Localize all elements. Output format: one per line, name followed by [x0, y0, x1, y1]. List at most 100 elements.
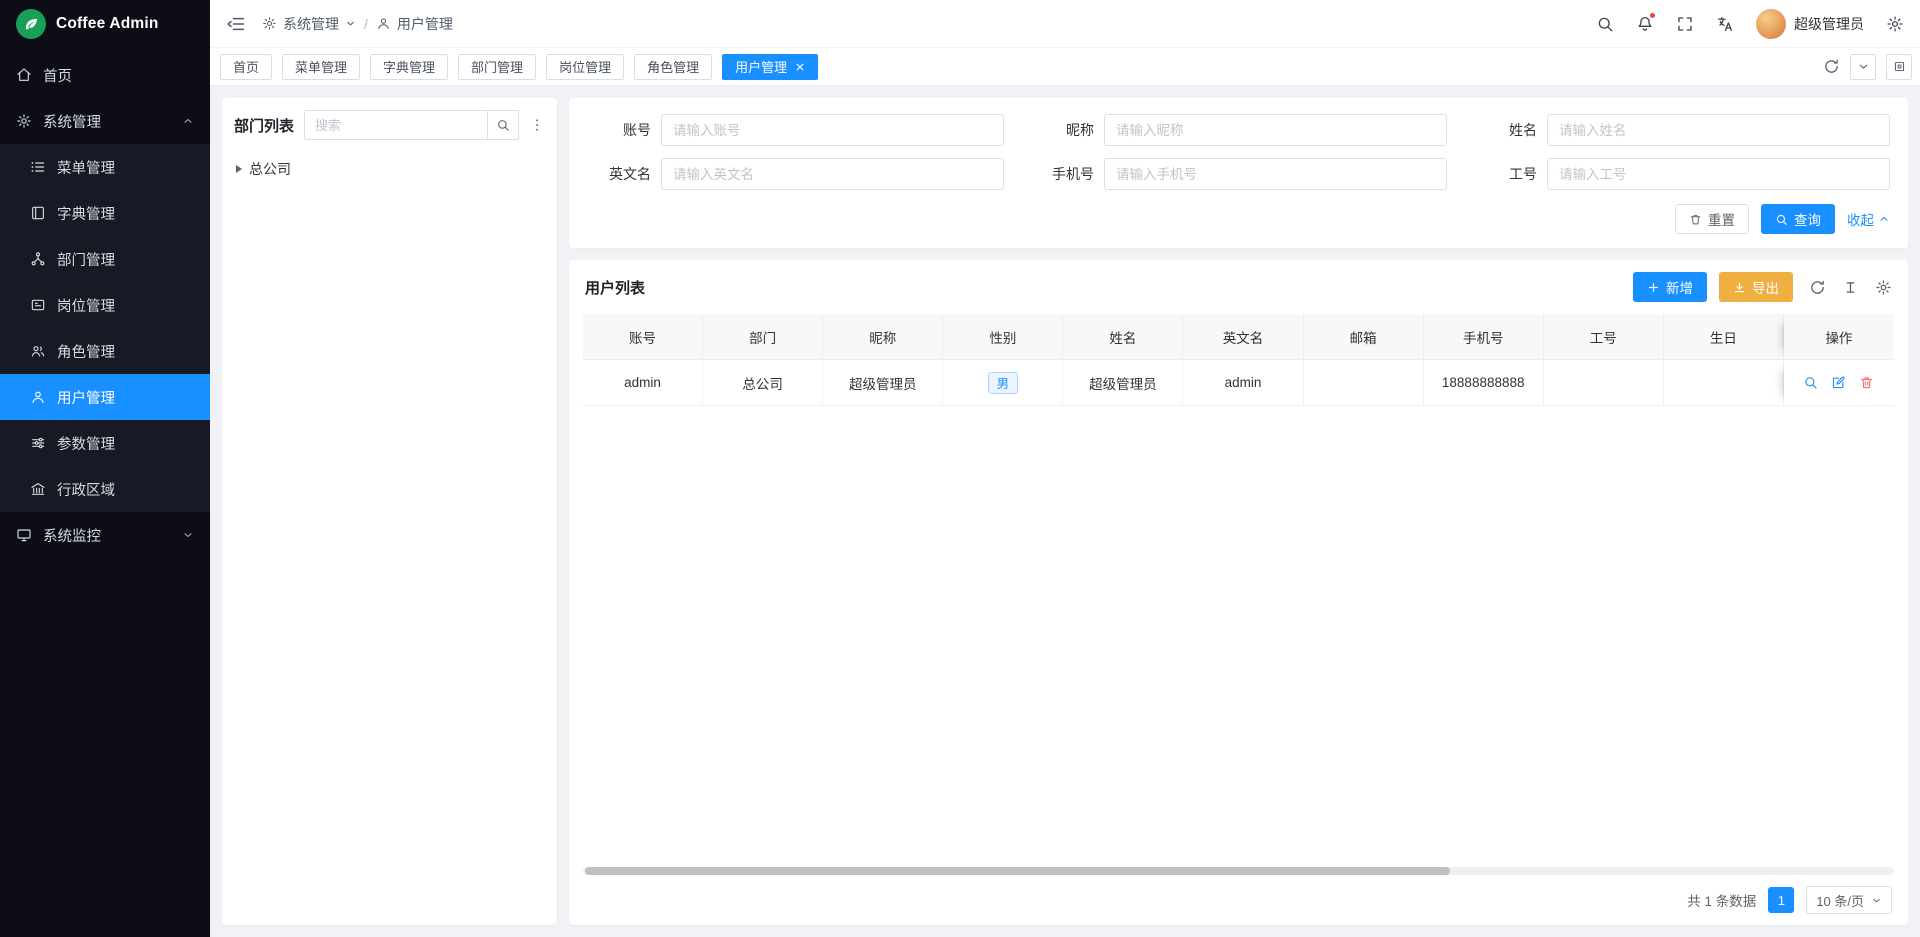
- column-header[interactable]: 姓名: [1063, 314, 1183, 360]
- main-area: 系统管理 / 用户管理 超级管理员: [210, 0, 1920, 937]
- sidebar-item-label: 角色管理: [57, 341, 115, 362]
- refresh-table-icon[interactable]: [1809, 279, 1826, 296]
- edit-row-icon[interactable]: [1831, 375, 1846, 390]
- sidebar-item-param-mgmt[interactable]: 参数管理: [0, 420, 210, 466]
- more-vertical-icon[interactable]: [529, 117, 545, 133]
- sidebar-item-admin-region[interactable]: 行政区域: [0, 466, 210, 512]
- tree-expand-caret-icon[interactable]: [236, 165, 242, 173]
- tab-dept-mgmt[interactable]: 部门管理: [458, 54, 536, 80]
- field-employee-id: 工号: [1473, 158, 1890, 190]
- name-input[interactable]: [1547, 114, 1890, 146]
- close-tab-icon[interactable]: [795, 62, 805, 72]
- export-button[interactable]: 导出: [1719, 272, 1793, 302]
- field-nickname: 昵称: [1030, 114, 1447, 146]
- column-header[interactable]: 邮箱: [1304, 314, 1424, 360]
- tree-node-head-office[interactable]: 总公司: [234, 154, 545, 184]
- gear-icon: [262, 16, 277, 31]
- field-label: 工号: [1473, 164, 1537, 184]
- department-search-button[interactable]: [487, 110, 519, 140]
- query-button[interactable]: 查询: [1761, 204, 1835, 234]
- cell-name: 超级管理员: [1063, 360, 1183, 406]
- cell-email: [1304, 360, 1424, 406]
- employee-id-input[interactable]: [1547, 158, 1890, 190]
- breadcrumb-item[interactable]: 用户管理: [397, 14, 453, 34]
- add-user-button[interactable]: 新增: [1633, 272, 1707, 302]
- collapse-filters-link[interactable]: 收起: [1847, 209, 1890, 229]
- field-account: 账号: [587, 114, 1004, 146]
- page-size-select[interactable]: 10 条/页: [1806, 886, 1892, 914]
- breadcrumb-item[interactable]: 系统管理: [283, 14, 339, 34]
- settings-gear-icon[interactable]: [1886, 15, 1904, 33]
- tab-label: 首页: [233, 57, 259, 76]
- translate-icon[interactable]: [1716, 15, 1734, 33]
- field-label: 昵称: [1030, 120, 1094, 140]
- sidebar-item-post-mgmt[interactable]: 岗位管理: [0, 282, 210, 328]
- table-empty-space: [569, 406, 1908, 867]
- content-fullscreen-button[interactable]: [1886, 54, 1912, 80]
- sidebar-item-dict-mgmt[interactable]: 字典管理: [0, 190, 210, 236]
- tab-home[interactable]: 首页: [220, 54, 272, 80]
- list-icon: [30, 159, 46, 175]
- search-icon[interactable]: [1596, 15, 1614, 33]
- row-height-icon[interactable]: [1842, 279, 1859, 296]
- nickname-input[interactable]: [1104, 114, 1447, 146]
- tab-role-mgmt[interactable]: 角色管理: [634, 54, 712, 80]
- department-panel: 部门列表 总公司: [222, 98, 557, 925]
- notifications-bell-icon[interactable]: [1636, 15, 1654, 33]
- table-settings-gear-icon[interactable]: [1875, 279, 1892, 296]
- tab-tools: [1823, 54, 1920, 80]
- view-row-icon[interactable]: [1803, 375, 1818, 390]
- column-header[interactable]: 手机号: [1424, 314, 1544, 360]
- tabs-dropdown-button[interactable]: [1850, 54, 1876, 80]
- sidebar-item-system-mgmt[interactable]: 系统管理: [0, 98, 210, 144]
- phone-input[interactable]: [1104, 158, 1447, 190]
- sidebar-item-user-mgmt[interactable]: 用户管理: [0, 374, 210, 420]
- collapse-link-label: 收起: [1847, 209, 1874, 229]
- tab-label: 菜单管理: [295, 57, 347, 76]
- tab-post-mgmt[interactable]: 岗位管理: [546, 54, 624, 80]
- page-number-button[interactable]: 1: [1768, 887, 1794, 913]
- tab-label: 部门管理: [471, 57, 523, 76]
- tab-dict-mgmt[interactable]: 字典管理: [370, 54, 448, 80]
- account-input[interactable]: [661, 114, 1004, 146]
- breadcrumb-separator: /: [364, 16, 368, 32]
- chevron-down-icon: [345, 18, 356, 29]
- cell-phone: 18888888888: [1424, 360, 1544, 406]
- tab-label: 角色管理: [647, 57, 699, 76]
- sidebar-item-dept-mgmt[interactable]: 部门管理: [0, 236, 210, 282]
- english-name-input[interactable]: [661, 158, 1004, 190]
- sidebar-item-system-monitor[interactable]: 系统监控: [0, 512, 210, 558]
- department-search-input[interactable]: [304, 110, 487, 140]
- sidebar-item-menu-mgmt[interactable]: 菜单管理: [0, 144, 210, 190]
- sidebar-item-home[interactable]: 首页: [0, 52, 210, 98]
- cell-nickname: 超级管理员: [823, 360, 943, 406]
- search-icon: [1775, 213, 1788, 226]
- delete-row-icon[interactable]: [1859, 375, 1874, 390]
- cell-english-name: admin: [1183, 360, 1303, 406]
- column-header[interactable]: 账号: [583, 314, 703, 360]
- reset-button[interactable]: 重置: [1675, 204, 1749, 234]
- monitor-icon: [16, 527, 32, 543]
- user-menu[interactable]: 超级管理员: [1756, 9, 1864, 39]
- collapse-sidebar-icon[interactable]: [226, 14, 246, 34]
- column-header[interactable]: 部门: [703, 314, 823, 360]
- sidebar-item-label: 行政区域: [57, 479, 115, 500]
- refresh-icon[interactable]: [1823, 58, 1840, 75]
- query-button-label: 查询: [1794, 209, 1821, 229]
- column-header[interactable]: 性别: [943, 314, 1063, 360]
- column-header[interactable]: 工号: [1544, 314, 1664, 360]
- sidebar-submenu-system-mgmt: 菜单管理 字典管理 部门管理 岗位管理 角色管理: [0, 144, 210, 512]
- column-header[interactable]: 生日: [1664, 314, 1784, 360]
- tab-label: 字典管理: [383, 57, 435, 76]
- user-icon: [30, 389, 46, 405]
- column-header[interactable]: 英文名: [1183, 314, 1303, 360]
- sidebar-item-role-mgmt[interactable]: 角色管理: [0, 328, 210, 374]
- app-logo[interactable]: Coffee Admin: [0, 0, 210, 48]
- tab-menu-mgmt[interactable]: 菜单管理: [282, 54, 360, 80]
- fullscreen-icon[interactable]: [1676, 15, 1694, 33]
- user-table: 账号 部门 昵称 性别 姓名 英文名 邮箱 手机号 工号 生日 操作: [569, 314, 1908, 406]
- tab-user-mgmt[interactable]: 用户管理: [722, 54, 818, 80]
- notification-badge-dot: [1649, 12, 1656, 19]
- column-header[interactable]: 昵称: [823, 314, 943, 360]
- horizontal-scrollbar-thumb[interactable]: [585, 867, 1450, 875]
